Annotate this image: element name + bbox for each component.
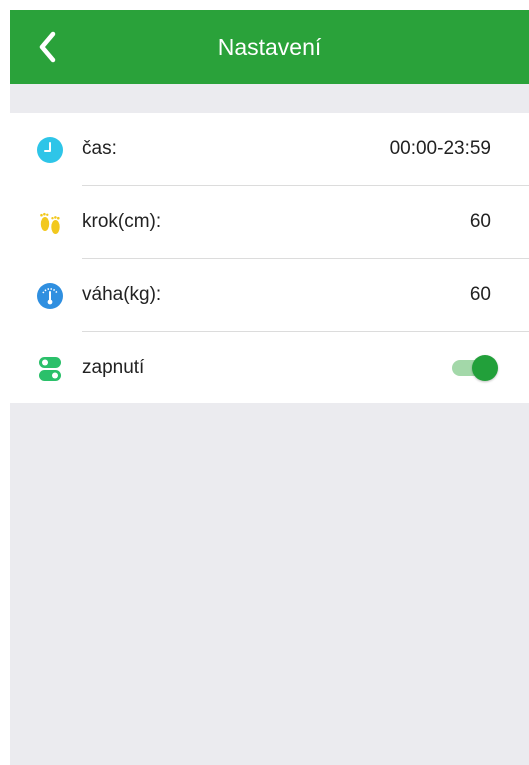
settings-screen: Nastavení čas: 00:00-23:59 krok(cm): 60 … (10, 10, 529, 765)
settings-row-weight[interactable]: váha(kg): 60 (10, 259, 529, 331)
weight-label: váha(kg): (82, 284, 162, 305)
footprints-icon (40, 212, 60, 234)
toggle-switch-icon (39, 357, 61, 381)
settings-list: čas: 00:00-23:59 krok(cm): 60 váha(kg): … (10, 113, 529, 403)
enable-toggle[interactable] (450, 355, 500, 381)
time-value: 00:00-23:59 (389, 138, 491, 159)
enable-label: zapnutí (82, 357, 145, 378)
page-title: Nastavení (217, 34, 322, 60)
back-button[interactable] (28, 27, 68, 67)
time-label: čas: (82, 138, 117, 159)
settings-row-time[interactable]: čas: 00:00-23:59 (10, 113, 529, 185)
settings-row-step[interactable]: krok(cm): 60 (10, 186, 529, 258)
step-label: krok(cm): (82, 211, 162, 232)
app-bar: Nastavení (10, 10, 529, 84)
toggle-knob (472, 355, 498, 381)
settings-row-enable: zapnutí (10, 332, 529, 404)
clock-icon (37, 137, 63, 163)
chevron-left-icon (39, 31, 56, 63)
step-value: 60 (469, 211, 491, 232)
weight-value: 60 (469, 284, 491, 305)
scale-gauge-icon (37, 283, 63, 309)
